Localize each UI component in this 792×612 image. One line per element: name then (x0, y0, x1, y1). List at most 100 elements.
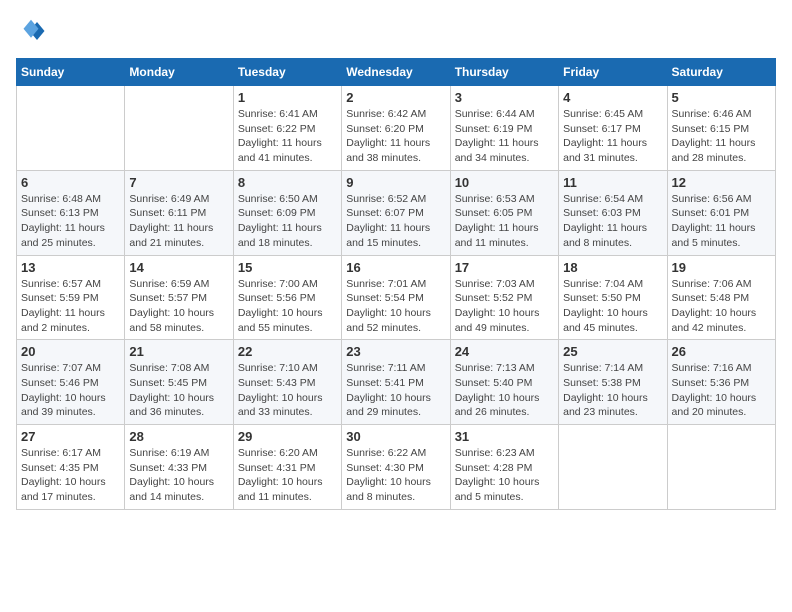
day-number: 8 (238, 175, 337, 190)
calendar-cell: 25Sunrise: 7:14 AM Sunset: 5:38 PM Dayli… (559, 340, 667, 425)
calendar-cell: 14Sunrise: 6:59 AM Sunset: 5:57 PM Dayli… (125, 255, 233, 340)
day-number: 31 (455, 429, 554, 444)
day-of-week-header: Saturday (667, 59, 775, 86)
day-number: 19 (672, 260, 771, 275)
day-number: 13 (21, 260, 120, 275)
day-number: 7 (129, 175, 228, 190)
calendar-cell (125, 86, 233, 171)
calendar-cell: 23Sunrise: 7:11 AM Sunset: 5:41 PM Dayli… (342, 340, 450, 425)
calendar-cell: 5 Sunrise: 6:46 AM Sunset: 6:15 PM Daylig… (667, 86, 775, 171)
calendar-week-row: 6 Sunrise: 6:48 AM Sunset: 6:13 PM Daylig… (17, 170, 776, 255)
day-info: Sunrise: 7:13 AM Sunset: 5:40 PM Dayligh… (455, 361, 554, 420)
day-info: Sunrise: 7:08 AM Sunset: 5:45 PM Dayligh… (129, 361, 228, 420)
day-info: Sunrise: 6:17 AM Sunset: 4:35 PM Dayligh… (21, 446, 120, 505)
day-number: 5 (672, 90, 771, 105)
calendar-cell: 9 Sunrise: 6:52 AM Sunset: 6:07 PM Daylig… (342, 170, 450, 255)
calendar-body: 1Sunrise: 6:41 AM Sunset: 6:22 PM Daylig… (17, 86, 776, 510)
calendar-cell: 6 Sunrise: 6:48 AM Sunset: 6:13 PM Daylig… (17, 170, 125, 255)
calendar-cell: 12 Sunrise: 6:56 AM Sunset: 6:01 PM Dayli… (667, 170, 775, 255)
day-info: Sunrise: 7:16 AM Sunset: 5:36 PM Dayligh… (672, 361, 771, 420)
day-number: 29 (238, 429, 337, 444)
day-info: Sunrise: 6:59 AM Sunset: 5:57 PM Dayligh… (129, 277, 228, 336)
day-info: Sunrise: 7:06 AM Sunset: 5:48 PM Dayligh… (672, 277, 771, 336)
calendar-cell (17, 86, 125, 171)
day-number: 25 (563, 344, 662, 359)
logo-icon (16, 16, 46, 46)
day-info: Sunrise: 6:50 AM Sunset: 6:09 PM Dayligh… (238, 192, 337, 251)
calendar-table: SundayMondayTuesdayWednesdayThursdayFrid… (16, 58, 776, 510)
day-number: 15 (238, 260, 337, 275)
day-info: Sunrise: 6:22 AM Sunset: 4:30 PM Dayligh… (346, 446, 445, 505)
day-info: Sunrise: 6:54 AM Sunset: 6:03 PM Dayligh… (563, 192, 662, 251)
day-number: 21 (129, 344, 228, 359)
calendar-cell: 3 Sunrise: 6:44 AM Sunset: 6:19 PM Daylig… (450, 86, 558, 171)
day-info: Sunrise: 7:03 AM Sunset: 5:52 PM Dayligh… (455, 277, 554, 336)
day-number: 17 (455, 260, 554, 275)
day-of-week-header: Friday (559, 59, 667, 86)
calendar-cell: 15 Sunrise: 7:00 AM Sunset: 5:56 PM Dayli… (233, 255, 341, 340)
day-of-week-header: Monday (125, 59, 233, 86)
calendar-cell: 20 Sunrise: 7:07 AM Sunset: 5:46 PM Dayli… (17, 340, 125, 425)
calendar-cell: 21 Sunrise: 7:08 AM Sunset: 5:45 PM Dayli… (125, 340, 233, 425)
calendar-week-row: 13 Sunrise: 6:57 AM Sunset: 5:59 PM Dayli… (17, 255, 776, 340)
calendar-cell (667, 425, 775, 510)
calendar-cell: 17 Sunrise: 7:03 AM Sunset: 5:52 PM Dayli… (450, 255, 558, 340)
calendar-cell: 7Sunrise: 6:49 AM Sunset: 6:11 PM Daylig… (125, 170, 233, 255)
day-of-week-header: Sunday (17, 59, 125, 86)
day-number: 11 (563, 175, 662, 190)
day-info: Sunrise: 6:23 AM Sunset: 4:28 PM Dayligh… (455, 446, 554, 505)
day-of-week-header: Tuesday (233, 59, 341, 86)
day-number: 26 (672, 344, 771, 359)
calendar-cell: 31 Sunrise: 6:23 AM Sunset: 4:28 PM Dayli… (450, 425, 558, 510)
day-info: Sunrise: 6:57 AM Sunset: 5:59 PM Dayligh… (21, 277, 120, 336)
day-info: Sunrise: 7:07 AM Sunset: 5:46 PM Dayligh… (21, 361, 120, 420)
calendar-week-row: 1Sunrise: 6:41 AM Sunset: 6:22 PM Daylig… (17, 86, 776, 171)
day-number: 22 (238, 344, 337, 359)
calendar-cell: 1Sunrise: 6:41 AM Sunset: 6:22 PM Daylig… (233, 86, 341, 171)
calendar-cell: 22Sunrise: 7:10 AM Sunset: 5:43 PM Dayli… (233, 340, 341, 425)
day-info: Sunrise: 6:48 AM Sunset: 6:13 PM Dayligh… (21, 192, 120, 251)
day-number: 24 (455, 344, 554, 359)
day-number: 18 (563, 260, 662, 275)
calendar-cell: 8 Sunrise: 6:50 AM Sunset: 6:09 PM Daylig… (233, 170, 341, 255)
calendar-header-row: SundayMondayTuesdayWednesdayThursdayFrid… (17, 59, 776, 86)
day-of-week-header: Thursday (450, 59, 558, 86)
day-number: 27 (21, 429, 120, 444)
day-info: Sunrise: 6:46 AM Sunset: 6:15 PM Dayligh… (672, 107, 771, 166)
calendar-cell: 11 Sunrise: 6:54 AM Sunset: 6:03 PM Dayli… (559, 170, 667, 255)
calendar-cell: 28 Sunrise: 6:19 AM Sunset: 4:33 PM Dayli… (125, 425, 233, 510)
day-number: 1 (238, 90, 337, 105)
day-info: Sunrise: 6:44 AM Sunset: 6:19 PM Dayligh… (455, 107, 554, 166)
day-info: Sunrise: 6:52 AM Sunset: 6:07 PM Dayligh… (346, 192, 445, 251)
day-of-week-header: Wednesday (342, 59, 450, 86)
logo (16, 16, 50, 46)
day-info: Sunrise: 6:20 AM Sunset: 4:31 PM Dayligh… (238, 446, 337, 505)
calendar-cell: 18Sunrise: 7:04 AM Sunset: 5:50 PM Dayli… (559, 255, 667, 340)
day-number: 20 (21, 344, 120, 359)
day-number: 16 (346, 260, 445, 275)
calendar-cell: 13 Sunrise: 6:57 AM Sunset: 5:59 PM Dayli… (17, 255, 125, 340)
calendar-week-row: 27 Sunrise: 6:17 AM Sunset: 4:35 PM Dayli… (17, 425, 776, 510)
calendar-cell: 4Sunrise: 6:45 AM Sunset: 6:17 PM Daylig… (559, 86, 667, 171)
day-number: 10 (455, 175, 554, 190)
day-info: Sunrise: 6:42 AM Sunset: 6:20 PM Dayligh… (346, 107, 445, 166)
day-info: Sunrise: 6:56 AM Sunset: 6:01 PM Dayligh… (672, 192, 771, 251)
calendar-cell: 24 Sunrise: 7:13 AM Sunset: 5:40 PM Dayli… (450, 340, 558, 425)
day-info: Sunrise: 6:53 AM Sunset: 6:05 PM Dayligh… (455, 192, 554, 251)
day-number: 4 (563, 90, 662, 105)
calendar-cell (559, 425, 667, 510)
day-number: 3 (455, 90, 554, 105)
day-info: Sunrise: 7:11 AM Sunset: 5:41 PM Dayligh… (346, 361, 445, 420)
day-info: Sunrise: 7:01 AM Sunset: 5:54 PM Dayligh… (346, 277, 445, 336)
day-number: 6 (21, 175, 120, 190)
calendar-cell: 16 Sunrise: 7:01 AM Sunset: 5:54 PM Dayli… (342, 255, 450, 340)
day-number: 28 (129, 429, 228, 444)
day-info: Sunrise: 6:19 AM Sunset: 4:33 PM Dayligh… (129, 446, 228, 505)
day-number: 30 (346, 429, 445, 444)
calendar-cell: 30 Sunrise: 6:22 AM Sunset: 4:30 PM Dayli… (342, 425, 450, 510)
calendar-cell: 27 Sunrise: 6:17 AM Sunset: 4:35 PM Dayli… (17, 425, 125, 510)
day-info: Sunrise: 7:00 AM Sunset: 5:56 PM Dayligh… (238, 277, 337, 336)
day-number: 9 (346, 175, 445, 190)
calendar-cell: 29 Sunrise: 6:20 AM Sunset: 4:31 PM Dayli… (233, 425, 341, 510)
day-number: 12 (672, 175, 771, 190)
